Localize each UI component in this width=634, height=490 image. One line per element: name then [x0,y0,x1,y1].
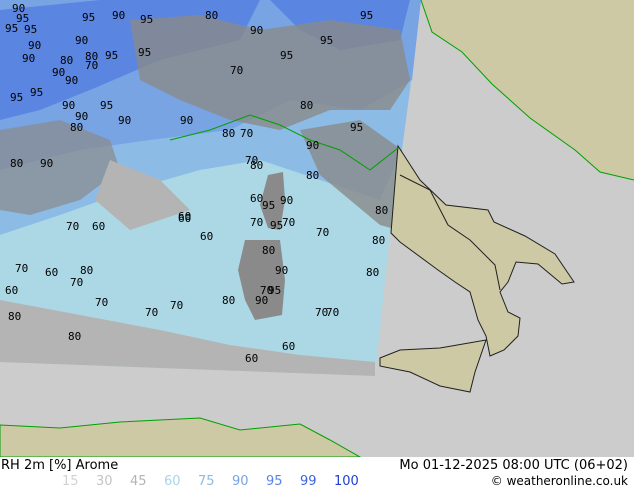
contour-label: 95 [10,91,23,104]
contour-label: 60 [282,340,295,353]
contour-label: 90 [280,194,293,207]
contour-label: 80 [222,294,235,307]
contour-label: 70 [70,276,83,289]
contour-label: 95 [138,46,151,59]
map-title: RH 2m [%] Arome [1,458,119,473]
contour-label: 70 [145,306,158,319]
weather-map-view: 90 95 95 95 90 90 95 90 95 80 80 70 95 90 90 95 95 90 95 90… [0,0,634,490]
contour-label: 80 [10,157,23,170]
contour-label: 90 [62,99,75,112]
contour-label: 80 [306,169,319,182]
contour-label: 80 [262,244,275,257]
contour-label: 90 [118,114,131,127]
contour-label: 95 [82,11,95,24]
legend-item: 90 [232,474,249,489]
contour-label: 95 [24,23,37,36]
forecast-datetime: Mo 01-12-2025 08:00 UTC (06+02) [399,458,628,473]
contour-label: 70 [15,262,28,275]
contour-label: 95 [5,22,18,35]
contour-label: 95 [262,199,275,212]
contour-label: 80 [250,159,263,172]
legend-item: 30 [96,474,113,489]
contour-label: 80 [8,310,21,323]
contour-label: 60 [245,352,258,365]
contour-label: 90 [22,52,35,65]
contour-label: 70 [240,127,253,140]
contour-label: 95 [360,9,373,22]
contour-label: 60 [200,230,213,243]
contour-label: 70 [66,220,79,233]
legend-item: 95 [266,474,283,489]
legend-item: 99 [300,474,317,489]
contour-label: 60 [92,220,105,233]
contour-label: 80 [68,330,81,343]
contour-label: 80 [205,9,218,22]
rh-map: 909595 95909095909580 8070959090959590 9590… [0,0,634,457]
contour-label: 95 [280,49,293,62]
contour-label: 95 [30,86,43,99]
contour-label: 70 [260,284,273,297]
contour-label: 70 [170,299,183,312]
contour-label: 80 [300,99,313,112]
legend-item: 45 [130,474,147,489]
contour-label: 70 [326,306,339,319]
contour-label: 70 [250,216,263,229]
legend-item: 15 [62,474,79,489]
contour-label: 90 [180,114,193,127]
contour-label: 90 [65,74,78,87]
legend-item: 100 [334,474,359,489]
contour-label: 90 [306,139,319,152]
contour-label: 80 [70,121,83,134]
map-footer: RH 2m [%] Arome Mo 01-12-2025 08:00 UTC … [0,457,634,490]
contour-label: 80 [222,127,235,140]
contour-label: 70 [95,296,108,309]
legend-item: 75 [198,474,215,489]
contour-label: 80 [372,234,385,247]
contour-label: 90 [52,66,65,79]
contour-label: 70 [85,59,98,72]
contour-label: 95 [320,34,333,47]
contour-label: 95 [140,13,153,26]
contour-label: 60 [5,284,18,297]
contour-label: 90 [112,9,125,22]
contour-label: 90 [250,24,263,37]
contour-label: 70 [230,64,243,77]
color-legend: 15 30 45 60 75 90 95 99 100 [62,474,368,489]
contour-label: 70 [282,216,295,229]
credit-link[interactable]: © weatheronline.co.uk [491,474,628,488]
contour-label: 90 [40,157,53,170]
contour-label: 80 [366,266,379,279]
contour-label: 95 [105,49,118,62]
contour-label: 60 [178,210,191,223]
contour-label: 95 [350,121,363,134]
contour-label: 95 [100,99,113,112]
contour-label: 60 [45,266,58,279]
contour-label: 90 [75,34,88,47]
contour-label: 90 [275,264,288,277]
legend-item: 60 [164,474,181,489]
contour-label: 90 [28,39,41,52]
contour-label: 80 [375,204,388,217]
contour-label: 70 [316,226,329,239]
